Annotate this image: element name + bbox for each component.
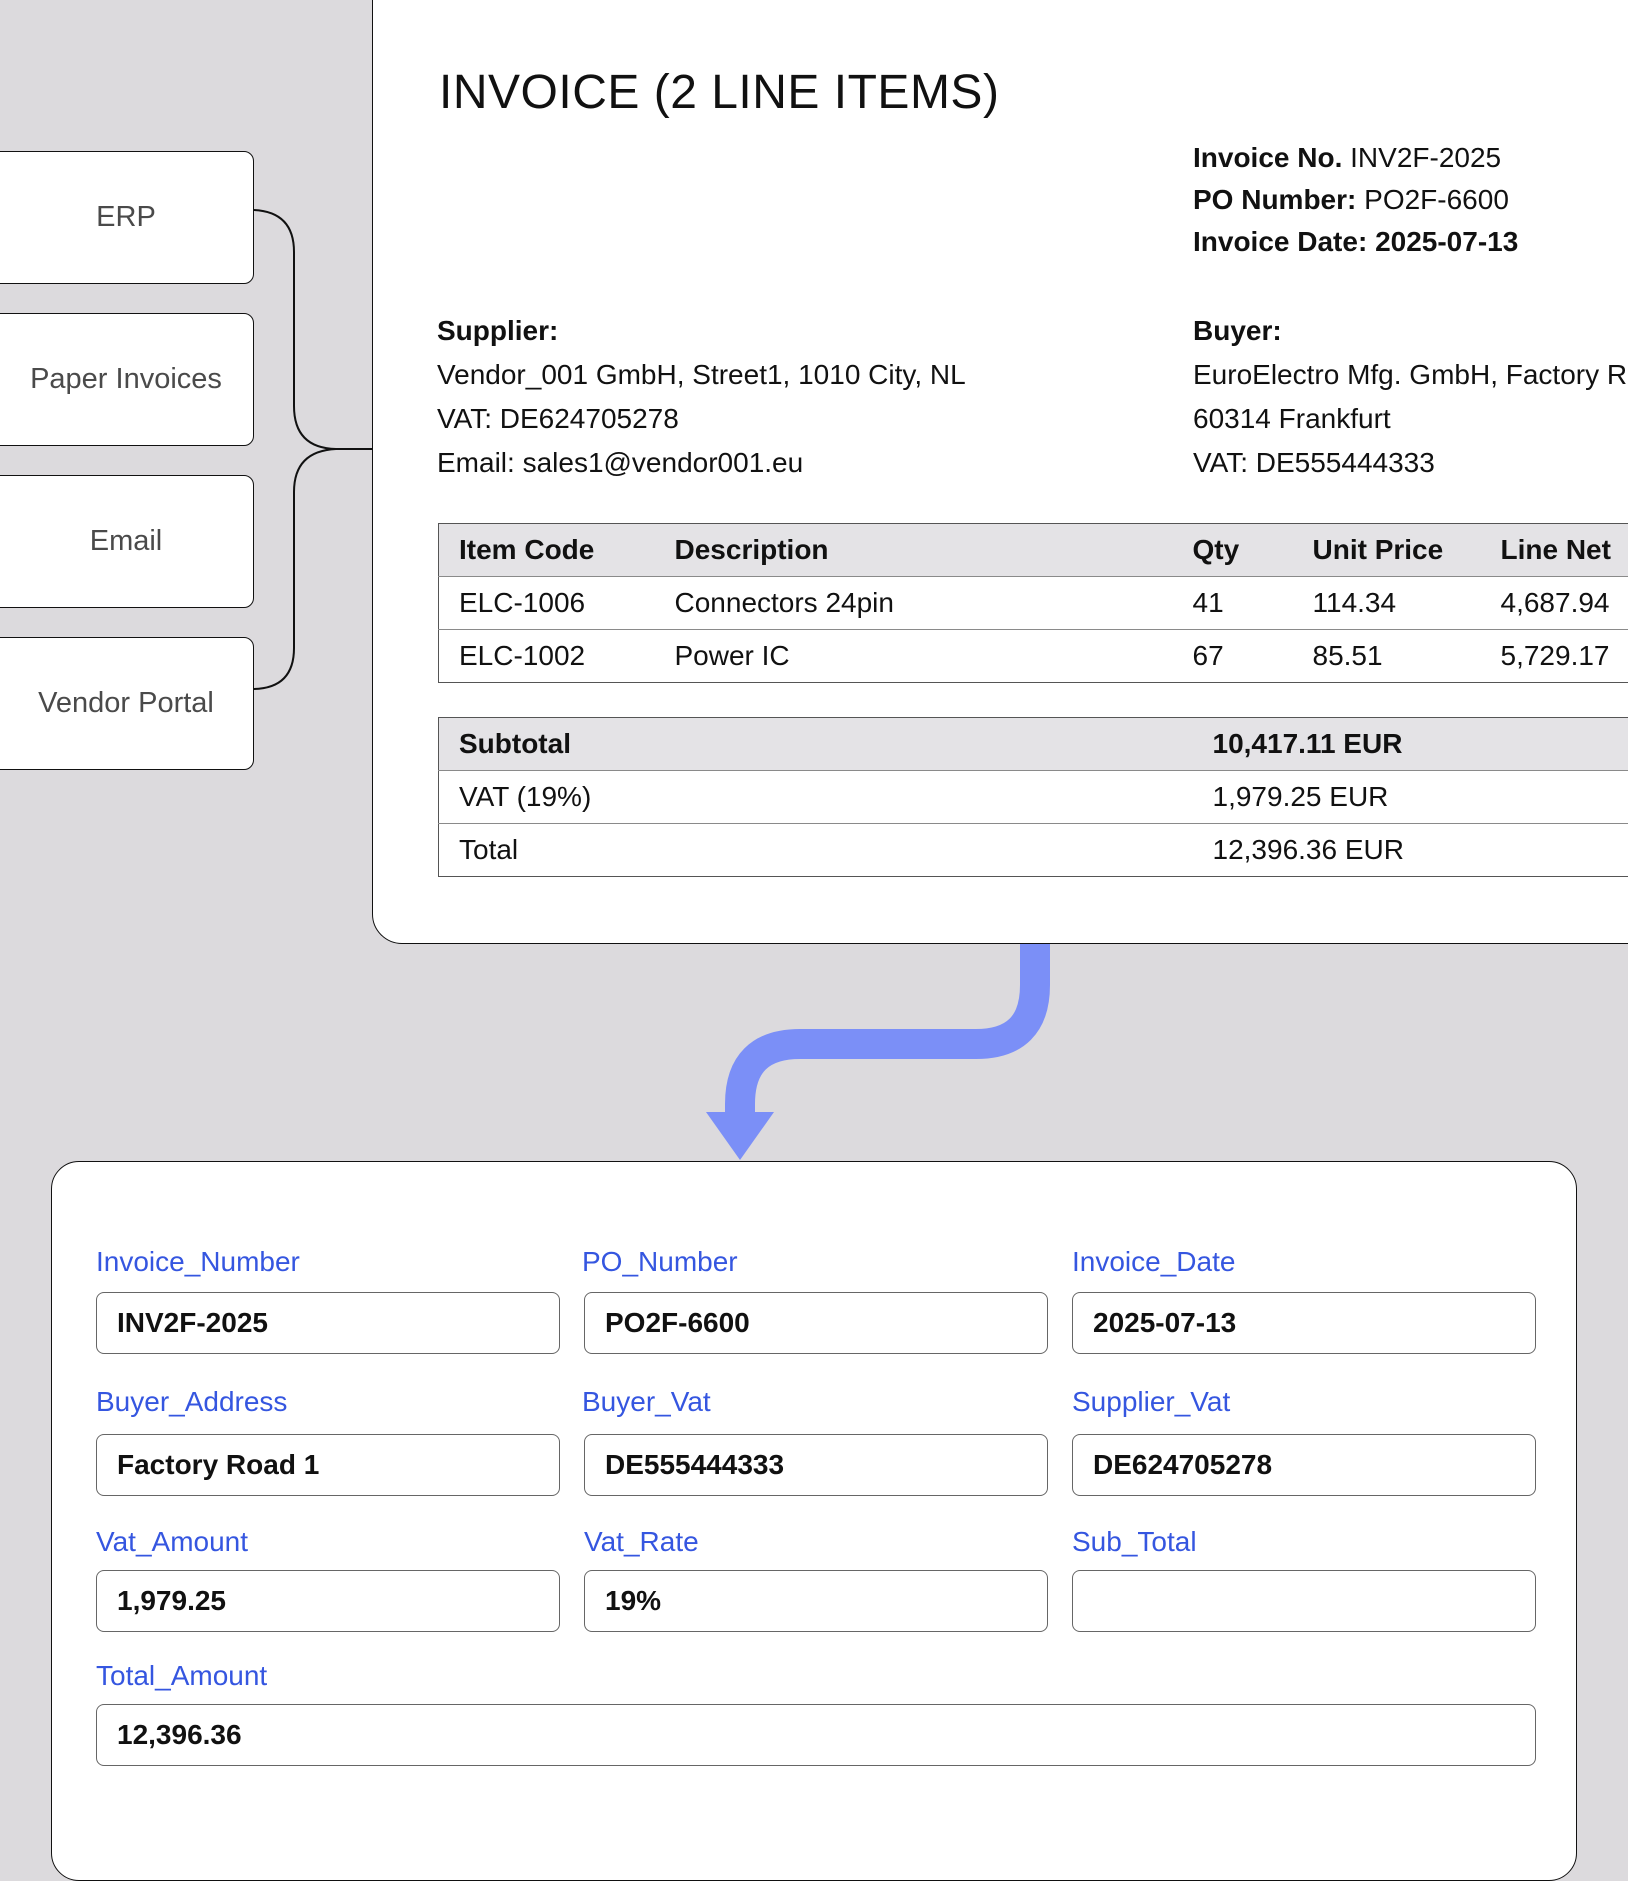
invoice-document: INVOICE (2 LINE ITEMS) Invoice No. INV2F… bbox=[372, 0, 1628, 944]
vat-rate-label: Vat_Rate bbox=[584, 1526, 699, 1558]
supplier-block: Supplier: Vendor_001 GmbH, Street1, 1010… bbox=[437, 309, 966, 485]
invoice-date-label: Invoice Date: bbox=[1193, 226, 1367, 257]
invoice-date-label: Invoice_Date bbox=[1072, 1246, 1235, 1278]
buyer-address-label: Buyer_Address bbox=[96, 1386, 287, 1418]
buyer-line: 60314 Frankfurt bbox=[1193, 397, 1627, 441]
table-cell: 5,729.17 bbox=[1481, 630, 1628, 683]
supplier-line: VAT: DE624705278 bbox=[437, 397, 966, 441]
supplier-vat-field[interactable]: DE624705278 bbox=[1072, 1434, 1536, 1496]
supplier-heading: Supplier: bbox=[437, 309, 966, 353]
column-header: Qty bbox=[1173, 524, 1293, 577]
invoice-no-value: INV2F-2025 bbox=[1350, 142, 1501, 173]
table-cell: 4,687.94 bbox=[1481, 577, 1628, 630]
buyer-line: VAT: DE555444333 bbox=[1193, 441, 1627, 485]
invoice-number-field[interactable]: INV2F-2025 bbox=[96, 1292, 560, 1354]
invoice-meta: Invoice No. INV2F-2025 PO Number: PO2F-6… bbox=[1193, 137, 1518, 263]
po-number-value: PO2F-6600 bbox=[1364, 184, 1509, 215]
po-number-label: PO_Number bbox=[582, 1246, 738, 1278]
buyer-heading: Buyer: bbox=[1193, 309, 1627, 353]
table-cell: 12,396.36 EUR bbox=[1193, 824, 1628, 877]
source-bracket-connector bbox=[0, 0, 380, 780]
supplier-line: Vendor_001 GmbH, Street1, 1010 City, NL bbox=[437, 353, 966, 397]
table-cell: 1,979.25 EUR bbox=[1193, 771, 1628, 824]
table-cell: Total bbox=[439, 824, 1193, 877]
invoice-date-value: 2025-07-13 bbox=[1375, 226, 1518, 257]
sub-total-label: Sub_Total bbox=[1072, 1526, 1197, 1558]
table-cell: 85.51 bbox=[1293, 630, 1481, 683]
table-cell: Connectors 24pin bbox=[655, 577, 1173, 630]
vat-amount-label: Vat_Amount bbox=[96, 1526, 248, 1558]
column-header: Line Net bbox=[1481, 524, 1628, 577]
buyer-vat-field[interactable]: DE555444333 bbox=[584, 1434, 1048, 1496]
invoice-title: INVOICE (2 LINE ITEMS) bbox=[439, 65, 999, 120]
table-cell: ELC-1002 bbox=[439, 630, 655, 683]
invoice-number-label: Invoice_Number bbox=[96, 1246, 300, 1278]
invoice-date-field[interactable]: 2025-07-13 bbox=[1072, 1292, 1536, 1354]
totals-table: Subtotal 10,417.11 EUR VAT (19%) 1,979.2… bbox=[438, 717, 1628, 877]
vat-rate-field[interactable]: 19% bbox=[584, 1570, 1048, 1632]
invoice-no-label: Invoice No. bbox=[1193, 142, 1342, 173]
buyer-vat-label: Buyer_Vat bbox=[582, 1386, 711, 1418]
supplier-line: Email: sales1@vendor001.eu bbox=[437, 441, 966, 485]
table-row: ELC-1006 Connectors 24pin 41 114.34 4,68… bbox=[439, 577, 1628, 630]
table-row: Total 12,396.36 EUR bbox=[439, 824, 1628, 877]
table-row: ELC-1002 Power IC 67 85.51 5,729.17 bbox=[439, 630, 1628, 683]
column-header: Description bbox=[655, 524, 1173, 577]
buyer-block: Buyer: EuroElectro Mfg. GmbH, Factory R … bbox=[1193, 309, 1627, 485]
table-cell: Power IC bbox=[655, 630, 1173, 683]
total-amount-field[interactable]: 12,396.36 bbox=[96, 1704, 1536, 1766]
table-header-row: Item Code Description Qty Unit Price Lin… bbox=[439, 524, 1628, 577]
line-items-table: Item Code Description Qty Unit Price Lin… bbox=[438, 523, 1628, 683]
vat-amount-field[interactable]: 1,979.25 bbox=[96, 1570, 560, 1632]
table-cell: ELC-1006 bbox=[439, 577, 655, 630]
po-number-label: PO Number: bbox=[1193, 184, 1356, 215]
table-row: Subtotal 10,417.11 EUR bbox=[439, 718, 1628, 771]
table-cell: 67 bbox=[1173, 630, 1293, 683]
buyer-line: EuroElectro Mfg. GmbH, Factory R bbox=[1193, 353, 1627, 397]
column-header: Item Code bbox=[439, 524, 655, 577]
buyer-address-field[interactable]: Factory Road 1 bbox=[96, 1434, 560, 1496]
column-header: Unit Price bbox=[1293, 524, 1481, 577]
table-cell: 10,417.11 EUR bbox=[1193, 718, 1628, 771]
sub-total-field[interactable] bbox=[1072, 1570, 1536, 1632]
table-row: VAT (19%) 1,979.25 EUR bbox=[439, 771, 1628, 824]
table-cell: 41 bbox=[1173, 577, 1293, 630]
table-cell: VAT (19%) bbox=[439, 771, 1193, 824]
supplier-vat-label: Supplier_Vat bbox=[1072, 1386, 1230, 1418]
extracted-fields-form: Invoice_Number INV2F-2025 PO_Number PO2F… bbox=[51, 1161, 1577, 1881]
table-cell: 114.34 bbox=[1293, 577, 1481, 630]
table-cell: Subtotal bbox=[439, 718, 1193, 771]
total-amount-label: Total_Amount bbox=[96, 1660, 267, 1692]
po-number-field[interactable]: PO2F-6600 bbox=[584, 1292, 1048, 1354]
